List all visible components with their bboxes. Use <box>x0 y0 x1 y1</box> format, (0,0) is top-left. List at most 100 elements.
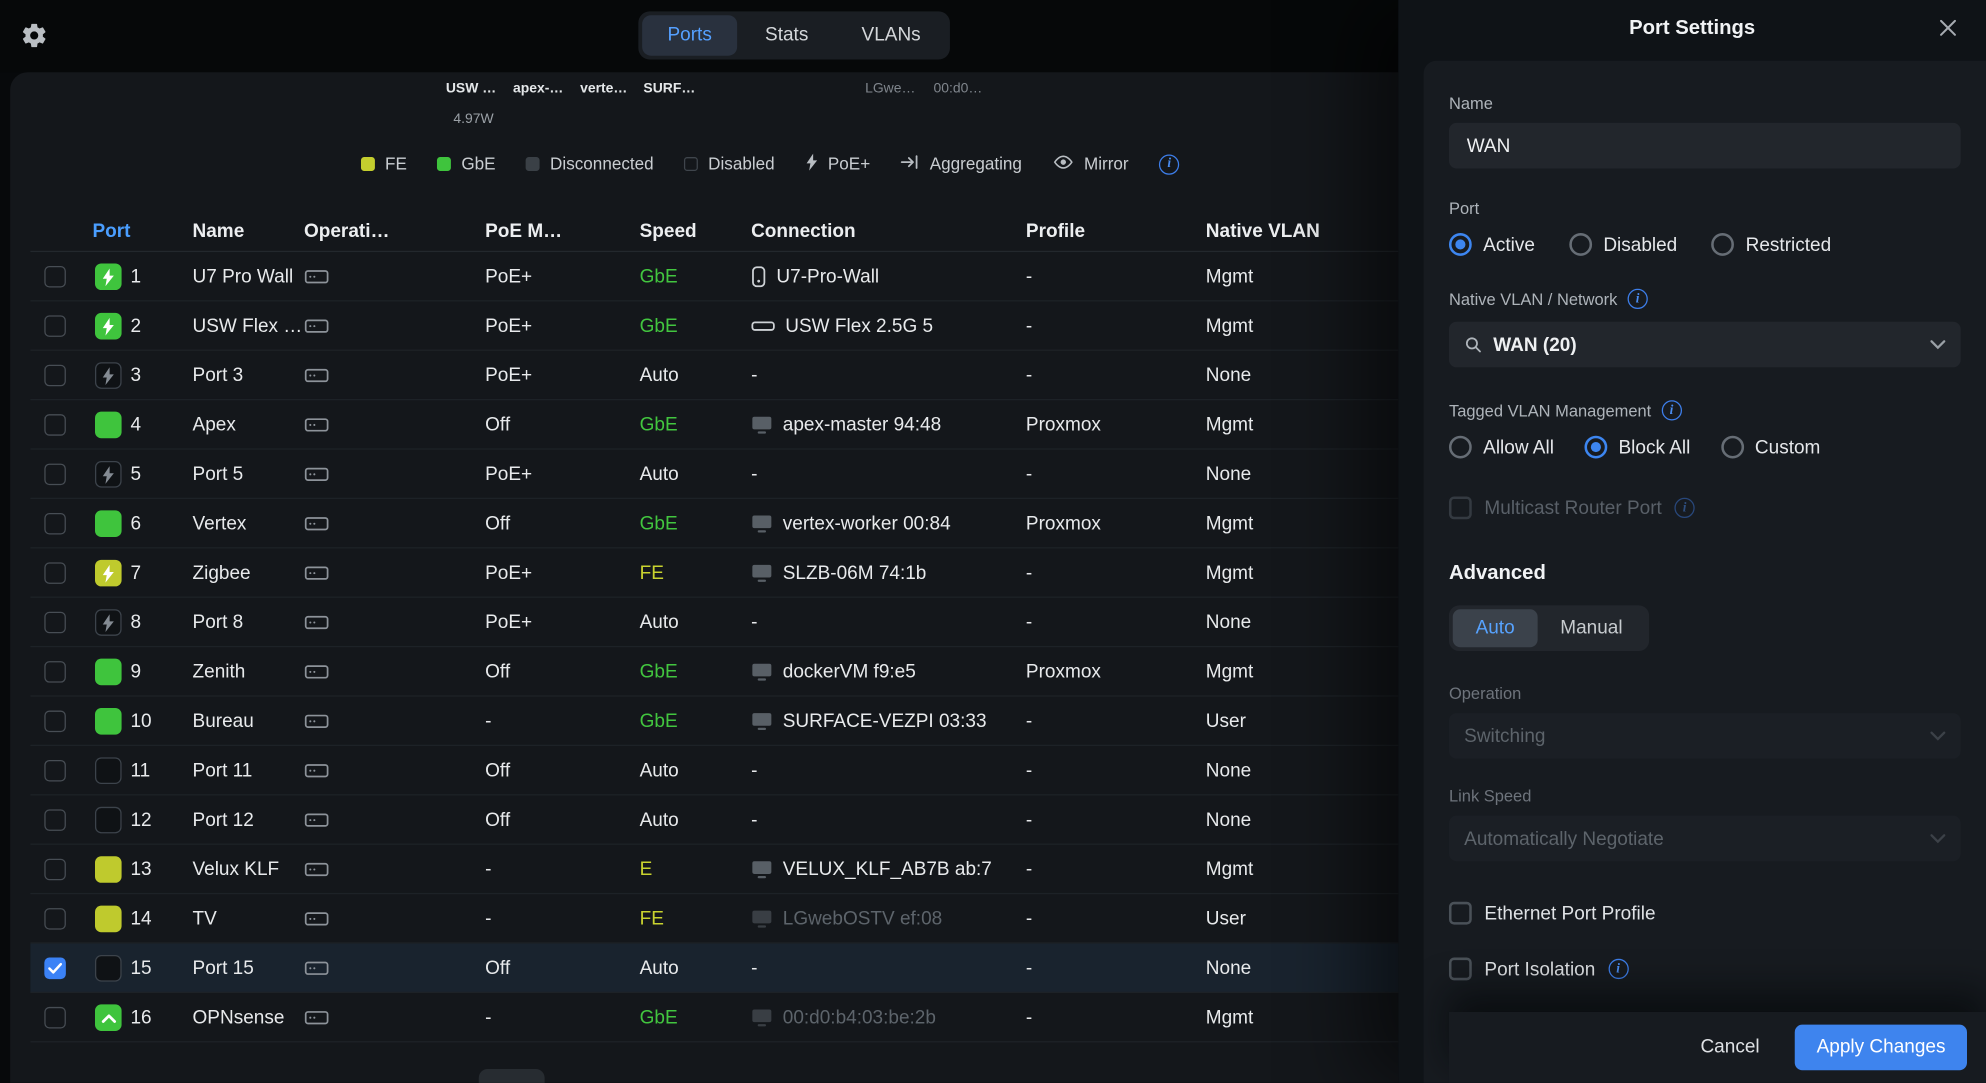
row-checkbox[interactable] <box>44 513 66 535</box>
poe-mode-value: Off <box>485 795 510 844</box>
name-input[interactable] <box>1449 123 1961 169</box>
connection-value: LGwebOSTV ef:08 <box>751 894 1022 943</box>
table-row[interactable]: 16 OPNsense - GbE 00:d0:b4:03:be:2b - Mg… <box>30 993 1398 1042</box>
profile-value: - <box>1026 944 1032 993</box>
port-status-icon <box>95 708 122 735</box>
apply-changes-button[interactable]: Apply Changes <box>1795 1025 1967 1071</box>
operation-device-icon <box>304 958 329 985</box>
legend-label: Mirror <box>1084 155 1129 174</box>
table-row[interactable]: 9 Zenith Off GbE dockerVM f9:e5 Proxmox … <box>30 647 1398 696</box>
tab-vlans[interactable]: VLANs <box>836 15 946 56</box>
header-poe-mode[interactable]: PoE M… <box>485 210 562 252</box>
pagination-button[interactable] <box>479 1069 545 1083</box>
panel-body: Name Port Active Disabled Restricted Nat… <box>1424 61 1986 1083</box>
settings-gear-icon[interactable] <box>20 22 48 50</box>
advanced-mode-toggle: Auto Manual <box>1449 605 1649 651</box>
poe-mode-value: PoE+ <box>485 301 532 350</box>
speed-value: GbE <box>640 993 678 1042</box>
row-checkbox[interactable] <box>44 859 66 881</box>
header-operation[interactable]: Operati… <box>304 210 390 252</box>
row-checkbox[interactable] <box>44 266 66 288</box>
port-status-icon <box>95 757 122 784</box>
header-speed[interactable]: Speed <box>640 210 697 252</box>
row-checkbox[interactable] <box>44 365 66 387</box>
header-name[interactable]: Name <box>193 210 245 252</box>
row-checkbox[interactable] <box>44 464 66 486</box>
table-row[interactable]: 2 USW Flex … PoE+ GbE USW Flex 2.5G 5 - … <box>30 301 1398 350</box>
segment-auto[interactable]: Auto <box>1453 609 1538 647</box>
row-checkbox[interactable] <box>44 908 66 930</box>
port-state-label: Port <box>1449 199 1961 218</box>
row-checkbox[interactable] <box>44 414 66 436</box>
segment-manual[interactable]: Manual <box>1537 609 1645 647</box>
table-row[interactable]: 10 Bureau - GbE SURFACE-VEZPI 03:33 - Us… <box>30 697 1398 746</box>
table-row[interactable]: 5 Port 5 PoE+ Auto - - None <box>30 450 1398 499</box>
radio-restricted[interactable]: Restricted <box>1711 233 1831 256</box>
table-row[interactable]: 4 Apex Off GbE apex-master 94:48 Proxmox… <box>30 400 1398 449</box>
poe-bolt-icon <box>805 153 818 175</box>
radio-custom[interactable]: Custom <box>1721 436 1821 459</box>
radio-icon <box>1721 436 1744 459</box>
port-isolation-checkbox[interactable]: Port Isolation <box>1449 958 1961 981</box>
close-icon[interactable] <box>1938 18 1958 38</box>
row-checkbox[interactable] <box>44 661 66 683</box>
table-row[interactable]: 15 Port 15 Off Auto - - None <box>30 944 1398 993</box>
native-vlan-label: Native VLAN / Network <box>1449 289 1617 308</box>
table-row[interactable]: 11 Port 11 Off Auto - - None <box>30 746 1398 795</box>
native-vlan-value: None <box>1206 598 1251 647</box>
row-checkbox[interactable] <box>44 612 66 634</box>
operation-device-icon <box>304 809 329 836</box>
port-name: Port 11 <box>193 746 302 795</box>
tab-stats[interactable]: Stats <box>740 15 834 56</box>
poe-mode-value: Off <box>485 499 510 548</box>
header-port[interactable]: Port <box>92 210 130 252</box>
tab-ports[interactable]: Ports <box>642 15 737 56</box>
multicast-info-icon[interactable] <box>1674 498 1694 518</box>
row-checkbox[interactable] <box>44 562 66 584</box>
table-row[interactable]: 13 Velux KLF - E VELUX_KLF_AB7B ab:7 - M… <box>30 845 1398 894</box>
port-number: 14 <box>130 894 151 943</box>
ethernet-port-profile-checkbox[interactable]: Ethernet Port Profile <box>1449 902 1961 925</box>
tagged-vlan-info-icon[interactable] <box>1661 400 1681 420</box>
port-isolation-info-icon[interactable] <box>1608 959 1628 979</box>
panel-footer: Cancel Apply Changes <box>1449 1012 1986 1083</box>
advanced-heading: Advanced <box>1449 562 1961 585</box>
table-row[interactable]: 7 Zigbee PoE+ FE SLZB-06M 74:1b - Mgmt <box>30 548 1398 597</box>
table-row[interactable]: 12 Port 12 Off Auto - - None <box>30 795 1398 844</box>
connection-value: dockerVM f9:e5 <box>751 647 1022 696</box>
table-row[interactable]: 14 TV - FE LGwebOSTV ef:08 - User <box>30 894 1398 943</box>
row-checkbox[interactable] <box>44 315 66 337</box>
native-vlan-select[interactable]: WAN (20) <box>1449 322 1961 368</box>
panel-title: Port Settings <box>1398 0 1986 58</box>
row-checkbox[interactable] <box>44 1007 66 1029</box>
radio-allow-all[interactable]: Allow All <box>1449 436 1554 459</box>
port-name: Vertex <box>193 499 302 548</box>
connection-value: SURFACE-VEZPI 03:33 <box>751 697 1022 746</box>
row-checkbox[interactable] <box>44 711 66 733</box>
header-native-vlan[interactable]: Native VLAN <box>1206 210 1320 252</box>
port-status-icon <box>95 856 122 883</box>
row-checkbox[interactable] <box>44 809 66 831</box>
header-profile[interactable]: Profile <box>1026 210 1085 252</box>
row-checkbox[interactable] <box>44 760 66 782</box>
multicast-router-port-checkbox[interactable]: Multicast Router Port <box>1449 496 1961 519</box>
table-row[interactable]: 3 Port 3 PoE+ Auto - - None <box>30 351 1398 400</box>
table-row[interactable]: 8 Port 8 PoE+ Auto - - None <box>30 598 1398 647</box>
radio-label: Disabled <box>1603 234 1677 256</box>
radio-disabled[interactable]: Disabled <box>1569 233 1677 256</box>
port-name: Port 12 <box>193 795 302 844</box>
native-vlan-info-icon[interactable] <box>1627 289 1647 309</box>
legend-info-icon[interactable] <box>1159 154 1179 174</box>
link-speed-select: Automatically Negotiate <box>1449 816 1961 862</box>
radio-icon <box>1569 233 1592 256</box>
radio-block-all[interactable]: Block All <box>1584 436 1690 459</box>
connection-value: VELUX_KLF_AB7B ab:7 <box>751 845 1022 894</box>
port-status-icon <box>95 560 122 587</box>
table-row[interactable]: 1 U7 Pro Wall PoE+ GbE U7-Pro-Wall - Mgm… <box>30 252 1398 301</box>
header-connection[interactable]: Connection <box>751 210 855 252</box>
radio-active[interactable]: Active <box>1449 233 1535 256</box>
row-checkbox[interactable] <box>44 958 66 980</box>
cancel-button[interactable]: Cancel <box>1678 1025 1783 1071</box>
operation-device-icon <box>304 661 329 688</box>
table-row[interactable]: 6 Vertex Off GbE vertex-worker 00:84 Pro… <box>30 499 1398 548</box>
